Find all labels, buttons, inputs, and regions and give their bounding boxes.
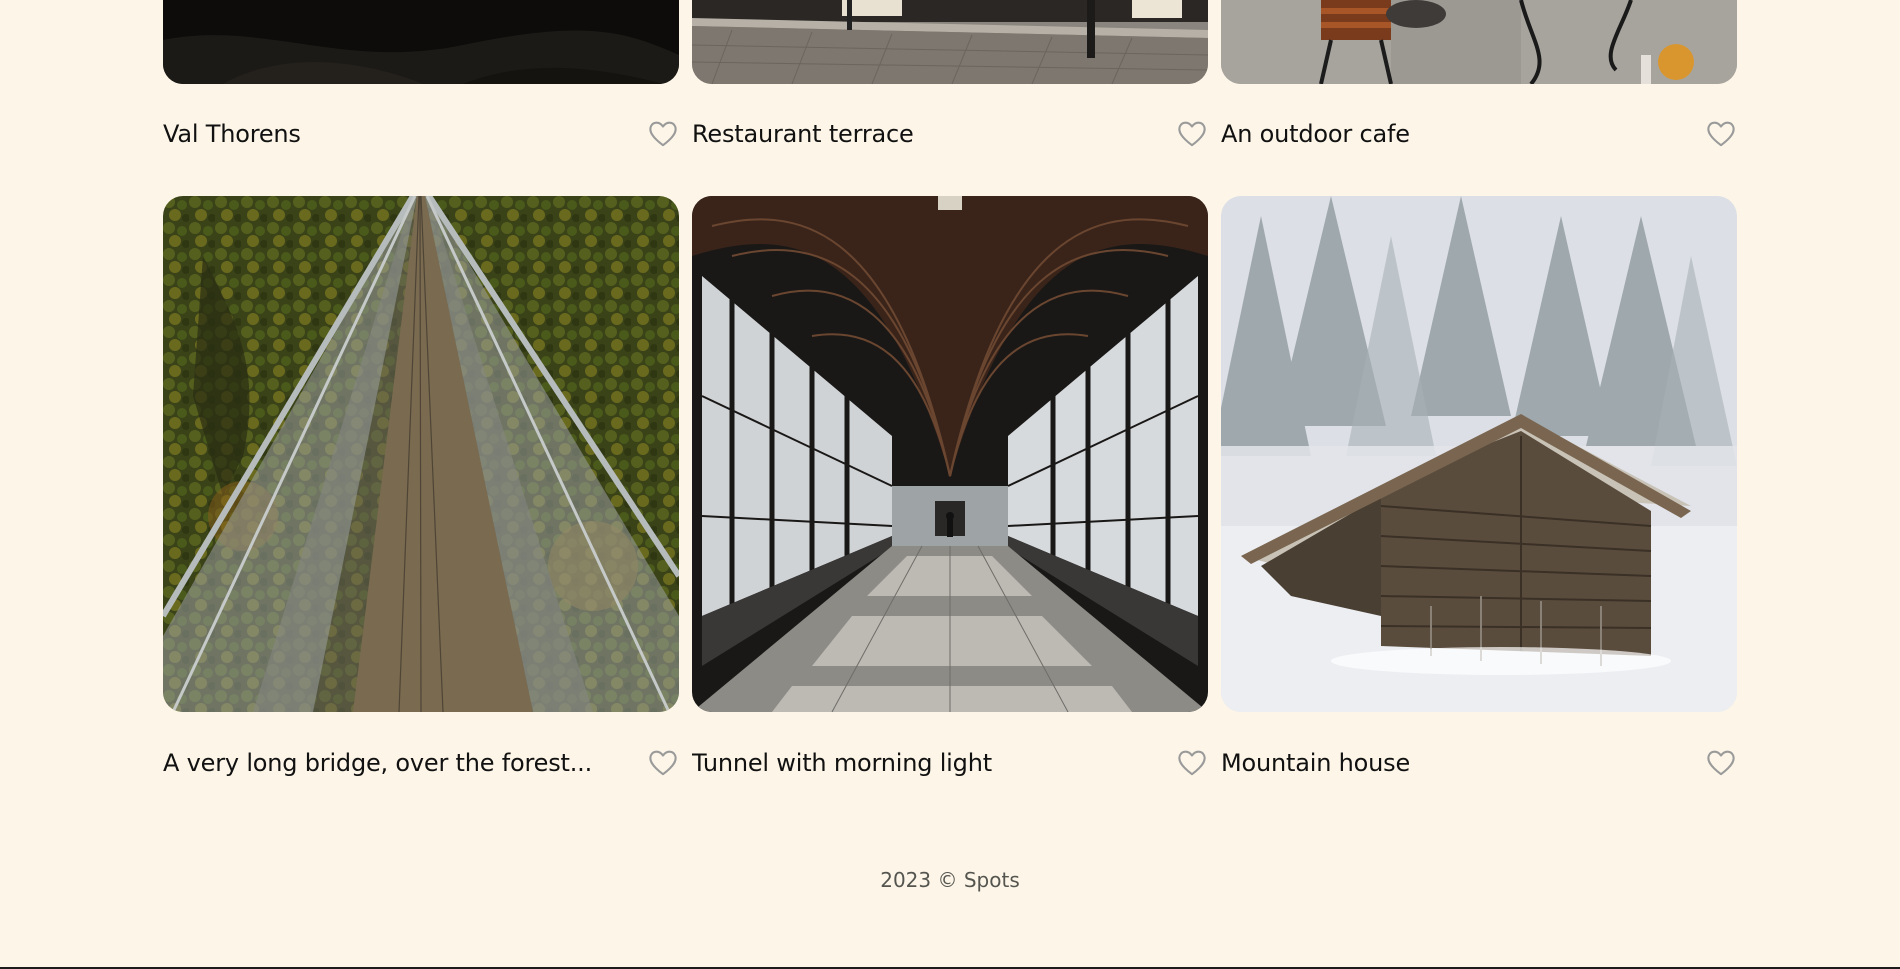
dark-bedding-photo — [163, 0, 679, 84]
card-title: A very long bridge, over the forest... — [163, 749, 593, 777]
heart-outline-icon — [649, 750, 677, 776]
card-image[interactable] — [1221, 0, 1737, 84]
suspension-bridge-photo — [163, 196, 679, 712]
like-button[interactable] — [1705, 119, 1737, 149]
card-caption: Mountain house — [1221, 746, 1737, 780]
copyright-text: 2023 © Spots — [880, 868, 1020, 892]
outdoor-cafe-photo — [1221, 0, 1737, 84]
card-image[interactable] — [1221, 196, 1737, 712]
card-title: Mountain house — [1221, 749, 1411, 777]
snowy-cabin-photo — [1221, 196, 1737, 712]
page-footer: 2023 © Spots — [0, 868, 1900, 892]
like-button[interactable] — [647, 119, 679, 149]
terrace-pavement-photo — [692, 0, 1208, 84]
card-title: An outdoor cafe — [1221, 120, 1410, 148]
card-image[interactable] — [163, 196, 679, 712]
card-title: Restaurant terrace — [692, 120, 914, 148]
heart-outline-icon — [1178, 121, 1206, 147]
card-caption: Restaurant terrace — [692, 117, 1208, 151]
card-image[interactable] — [692, 0, 1208, 84]
glass-tunnel-photo — [692, 196, 1208, 712]
like-button[interactable] — [1176, 119, 1208, 149]
heart-outline-icon — [649, 121, 677, 147]
card-image[interactable] — [692, 196, 1208, 712]
like-button[interactable] — [1176, 748, 1208, 778]
card-caption: Val Thorens — [163, 117, 679, 151]
card-caption: Tunnel with morning light — [692, 746, 1208, 780]
card-caption: A very long bridge, over the forest... — [163, 746, 679, 780]
card-title: Tunnel with morning light — [692, 749, 992, 777]
card-title: Val Thorens — [163, 120, 301, 148]
like-button[interactable] — [1705, 748, 1737, 778]
card-image[interactable] — [163, 0, 679, 84]
heart-outline-icon — [1707, 121, 1735, 147]
card-caption: An outdoor cafe — [1221, 117, 1737, 151]
heart-outline-icon — [1707, 750, 1735, 776]
heart-outline-icon — [1178, 750, 1206, 776]
like-button[interactable] — [647, 748, 679, 778]
